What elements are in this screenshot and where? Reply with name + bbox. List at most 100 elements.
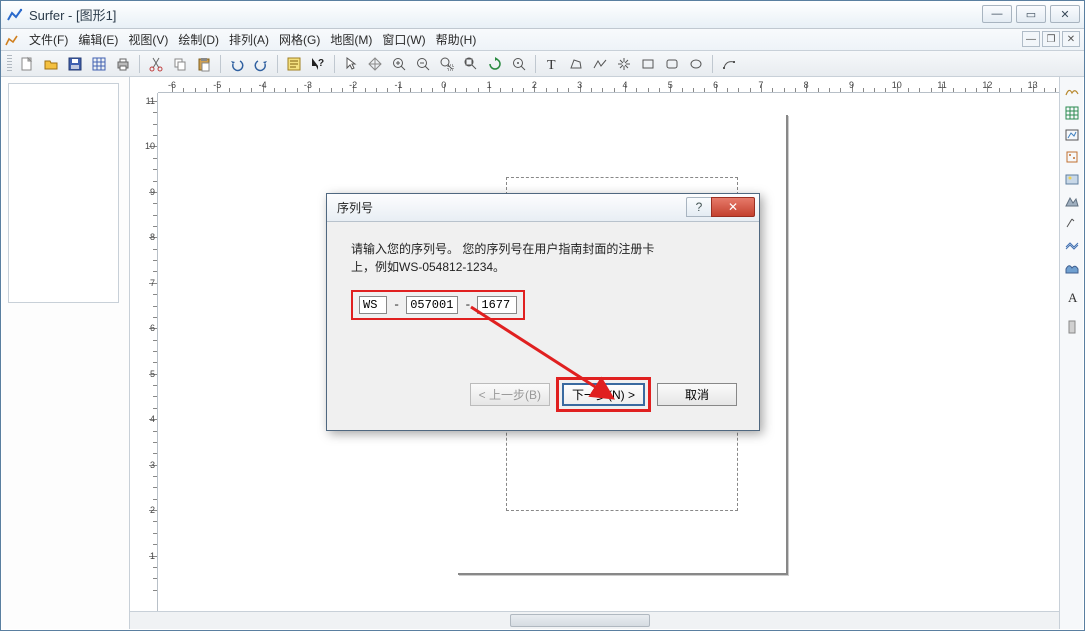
dialog-title: 序列号 <box>337 199 373 216</box>
scrollbar-thumb[interactable] <box>510 614 650 627</box>
menu-grid[interactable]: 网格(G) <box>275 29 324 50</box>
menu-file[interactable]: 文件(F) <box>25 29 72 50</box>
dialog-close-button[interactable]: ✕ <box>711 197 755 217</box>
symbol-icon[interactable] <box>613 53 635 75</box>
serial-dash: - <box>393 298 400 312</box>
pointer-icon[interactable] <box>340 53 362 75</box>
ruler-label: 8 <box>150 232 155 242</box>
toolbar-sep <box>334 55 335 73</box>
rectangle-icon[interactable] <box>637 53 659 75</box>
ruler-label: 5 <box>150 369 155 379</box>
serial-part3-input[interactable] <box>477 296 517 314</box>
pan-icon[interactable] <box>364 53 386 75</box>
ruler-label: 7 <box>150 278 155 288</box>
mdi-minimize[interactable]: — <box>1022 31 1040 47</box>
contour-icon[interactable] <box>1062 103 1082 123</box>
menu-help[interactable]: 帮助(H) <box>432 29 481 50</box>
zoom-in-icon[interactable] <box>388 53 410 75</box>
next-button[interactable]: 下一步(N) > <box>562 383 645 406</box>
ruler-label: 1 <box>150 551 155 561</box>
zoom-actual-icon[interactable] <box>508 53 530 75</box>
title-bar: Surfer - [图形1] — ▭ ✕ <box>1 1 1084 29</box>
ruler-label: 7 <box>758 80 763 90</box>
rounded-rect-icon[interactable] <box>661 53 683 75</box>
print-icon[interactable] <box>112 53 134 75</box>
menu-view[interactable]: 视图(V) <box>124 29 172 50</box>
base-map-icon[interactable] <box>1062 125 1082 145</box>
doc-icon <box>5 33 19 47</box>
menu-draw[interactable]: 绘制(D) <box>174 29 223 50</box>
text-axis-icon[interactable]: A <box>1062 287 1082 307</box>
surface-icon[interactable] <box>1062 257 1082 277</box>
svg-text:T: T <box>547 58 556 72</box>
ruler-label: 1 <box>487 80 492 90</box>
map-wizard-icon[interactable] <box>1062 81 1082 101</box>
zoom-fit-icon[interactable] <box>460 53 482 75</box>
properties-icon[interactable] <box>283 53 305 75</box>
new-file-icon[interactable] <box>16 53 38 75</box>
menu-map[interactable]: 地图(M) <box>326 29 376 50</box>
ruler-label: 4 <box>150 414 155 424</box>
copy-icon[interactable] <box>169 53 191 75</box>
redo-icon[interactable] <box>250 53 272 75</box>
post-map-icon[interactable] <box>1062 147 1082 167</box>
minimize-button[interactable]: — <box>982 5 1012 23</box>
cancel-button[interactable]: 取消 <box>657 383 737 406</box>
zoom-out-icon[interactable] <box>412 53 434 75</box>
help-icon: ? <box>696 200 703 214</box>
polygon-icon[interactable] <box>565 53 587 75</box>
serial-input-highlight: - - <box>351 290 525 320</box>
image-map-icon[interactable] <box>1062 169 1082 189</box>
ruler-label: -3 <box>304 80 312 90</box>
ruler-label: 9 <box>150 187 155 197</box>
ruler-label: -2 <box>349 80 357 90</box>
maximize-button[interactable]: ▭ <box>1016 5 1046 23</box>
ruler-label: 3 <box>577 80 582 90</box>
menu-window[interactable]: 窗口(W) <box>378 29 429 50</box>
menu-arrange[interactable]: 排列(A) <box>225 29 273 50</box>
dialog-buttons: < 上一步(B) 下一步(N) > 取消 <box>470 377 737 412</box>
serial-part1-input[interactable] <box>359 296 387 314</box>
undo-icon[interactable] <box>226 53 248 75</box>
toolbar-sep <box>220 55 221 73</box>
vertical-ruler: 1110987654321 <box>130 93 158 611</box>
text-icon[interactable]: T <box>541 53 563 75</box>
wireframe-icon[interactable] <box>1062 235 1082 255</box>
ruler-label: 10 <box>145 141 155 151</box>
zoom-rect-icon[interactable] <box>436 53 458 75</box>
refresh-icon[interactable] <box>484 53 506 75</box>
ruler-label: 5 <box>668 80 673 90</box>
shaded-relief-icon[interactable] <box>1062 191 1082 211</box>
reshape-icon[interactable] <box>718 53 740 75</box>
ruler-label: 6 <box>713 80 718 90</box>
mdi-restore[interactable]: ❐ <box>1042 31 1060 47</box>
dialog-title-bar[interactable]: 序列号 ? ✕ <box>327 194 759 222</box>
maximize-glyph: ▭ <box>1026 8 1036 21</box>
close-button[interactable]: ✕ <box>1050 5 1080 23</box>
dialog-body: 请输入您的序列号。 您的序列号在用户指南封面的注册卡 上，例如WS-054812… <box>327 222 759 430</box>
ruler-label: 12 <box>982 80 992 90</box>
vector-map-icon[interactable] <box>1062 213 1082 233</box>
polyline-icon[interactable] <box>589 53 611 75</box>
ruler-label: 9 <box>849 80 854 90</box>
paste-icon[interactable] <box>193 53 215 75</box>
serial-part2-input[interactable] <box>406 296 458 314</box>
open-file-icon[interactable] <box>40 53 62 75</box>
ellipse-icon[interactable] <box>685 53 707 75</box>
grid-icon[interactable] <box>88 53 110 75</box>
instruction-line1: 请输入您的序列号。 您的序列号在用户指南封面的注册卡 <box>351 242 654 256</box>
instruction-line2: 上，例如WS-054812-1234。 <box>351 260 505 274</box>
dialog-help-button[interactable]: ? <box>686 197 712 217</box>
save-icon[interactable] <box>64 53 86 75</box>
menu-edit[interactable]: 编辑(E) <box>74 29 122 50</box>
object-tree[interactable] <box>8 83 119 303</box>
app-icon <box>7 7 23 23</box>
whatsthis-icon[interactable]: ? <box>307 53 329 75</box>
right-panel-collapse-icon[interactable] <box>1062 317 1082 337</box>
toolbar: ? T <box>1 51 1084 77</box>
horizontal-scrollbar[interactable] <box>130 611 1059 629</box>
window-title: Surfer - [图形1] <box>29 5 116 24</box>
mdi-close[interactable]: ✕ <box>1062 31 1080 47</box>
ruler-label: 3 <box>150 460 155 470</box>
cut-icon[interactable] <box>145 53 167 75</box>
